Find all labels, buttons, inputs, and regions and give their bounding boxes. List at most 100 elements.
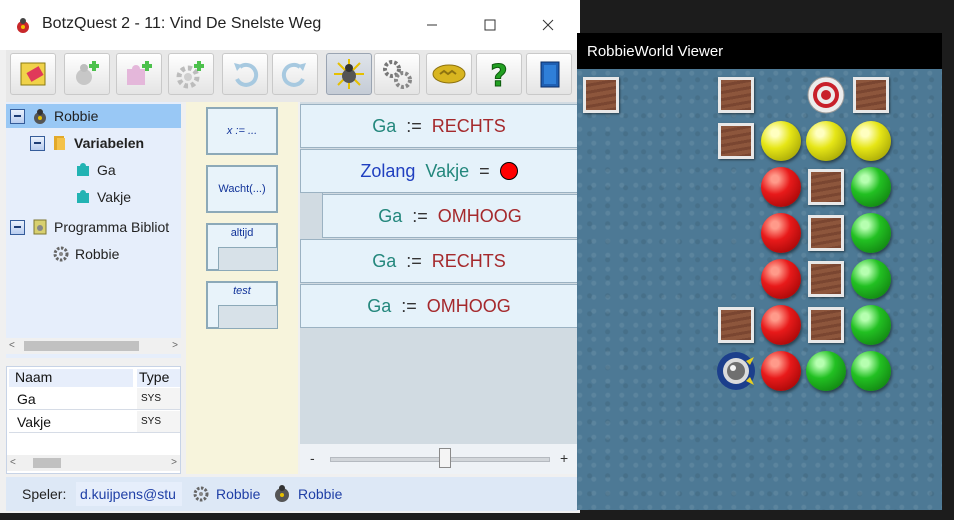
green-ball-tile bbox=[851, 213, 891, 253]
scroll-left-icon[interactable]: < bbox=[9, 340, 15, 351]
eraser-icon bbox=[20, 62, 46, 86]
undo-icon bbox=[234, 62, 259, 87]
world-board bbox=[577, 69, 942, 510]
assign-operator: := bbox=[412, 205, 428, 226]
scrollbar-thumb[interactable] bbox=[24, 341, 139, 351]
settings-button[interactable] bbox=[374, 53, 420, 95]
table-cell-name[interactable]: Ga bbox=[9, 388, 137, 410]
red-ball-tile bbox=[761, 259, 801, 299]
assign-block[interactable]: x := ... bbox=[206, 107, 278, 155]
variable-table: Naam Type Ga SYS Vakje SYS < > bbox=[6, 366, 181, 474]
variable-name: Vakje bbox=[425, 160, 470, 181]
red-ball-tile bbox=[761, 167, 801, 207]
crate-icon bbox=[808, 169, 844, 205]
statement-ga-rechts[interactable]: Ga := RECHTS bbox=[300, 104, 578, 148]
add-routine-button[interactable] bbox=[168, 53, 214, 95]
zoom-slider-thumb[interactable] bbox=[439, 448, 451, 468]
yellow-ball-icon bbox=[761, 121, 801, 161]
block-label: Wacht(...) bbox=[218, 183, 266, 195]
run-button[interactable] bbox=[326, 53, 372, 95]
block-slot bbox=[218, 247, 277, 271]
robbie-robot-icon bbox=[717, 352, 755, 390]
column-header-naam[interactable]: Naam bbox=[9, 369, 133, 387]
collapse-toggle-icon[interactable] bbox=[10, 108, 25, 124]
book-icon bbox=[540, 61, 560, 88]
tree-item-ga[interactable]: Ga bbox=[74, 158, 116, 182]
statement-ga-omhoog[interactable]: Ga := OMHOOG bbox=[300, 284, 578, 328]
equals-operator: = bbox=[479, 160, 490, 181]
app-icon bbox=[17, 18, 29, 33]
close-icon bbox=[542, 19, 554, 31]
statement-ga-omhoog[interactable]: Ga := OMHOOG bbox=[322, 194, 578, 238]
red-ball-tile bbox=[761, 213, 801, 253]
tree-horizontal-scrollbar[interactable]: < > bbox=[6, 338, 181, 354]
green-ball-tile bbox=[806, 351, 846, 391]
crate-icon bbox=[718, 123, 754, 159]
scrollbar-thumb[interactable] bbox=[33, 458, 61, 468]
gear-icon bbox=[192, 485, 210, 506]
robbieworld-viewer: RobbieWorld Viewer bbox=[577, 33, 942, 510]
variable-name: Ga bbox=[378, 205, 403, 226]
book-button[interactable] bbox=[526, 53, 572, 95]
while-loop-header[interactable]: Zolang Vakje = bbox=[300, 149, 578, 193]
tree-item-variabelen[interactable]: Variabelen bbox=[30, 131, 144, 155]
tree-label: Variabelen bbox=[74, 135, 145, 151]
green-ball-icon bbox=[851, 259, 891, 299]
crate-tile bbox=[716, 75, 756, 115]
table-horizontal-scrollbar[interactable]: < > bbox=[7, 455, 180, 471]
column-header-type[interactable]: Type bbox=[137, 369, 180, 387]
statement-ga-rechts[interactable]: Ga := RECHTS bbox=[300, 239, 578, 283]
tree-item-library[interactable]: Programma Bibliot bbox=[10, 215, 169, 239]
always-loop-block[interactable]: altijd bbox=[206, 223, 278, 271]
variable-name: Ga bbox=[367, 295, 392, 316]
block-label: test bbox=[233, 285, 251, 297]
table-cell-name[interactable]: Vakje bbox=[9, 411, 137, 433]
crate-icon bbox=[808, 215, 844, 251]
redo-button[interactable] bbox=[272, 53, 318, 95]
loop-keyword: Zolang bbox=[360, 160, 416, 181]
viewer-title: RobbieWorld Viewer bbox=[577, 33, 942, 69]
crate-tile bbox=[806, 213, 846, 253]
wait-block[interactable]: Wacht(...) bbox=[206, 165, 278, 213]
green-ball-icon bbox=[851, 167, 891, 207]
program-tree: Robbie Variabelen Ga Vakje Programma Bib… bbox=[6, 102, 181, 358]
red-ball-icon bbox=[761, 213, 801, 253]
tree-item-robbie-routine[interactable]: Robbie bbox=[52, 242, 119, 266]
question-icon: ? bbox=[490, 59, 508, 92]
value: OMHOOG bbox=[437, 205, 522, 226]
crate-icon bbox=[853, 77, 889, 113]
test-block[interactable]: test bbox=[206, 281, 278, 329]
help-button[interactable]: ? bbox=[476, 53, 522, 95]
tree-item-vakje[interactable]: Vakje bbox=[74, 185, 131, 209]
robbie-icon bbox=[334, 59, 364, 89]
erase-button[interactable] bbox=[10, 53, 56, 95]
crate-icon bbox=[808, 307, 844, 343]
undo-button[interactable] bbox=[222, 53, 268, 95]
green-ball-icon bbox=[806, 351, 846, 391]
player-label: Speler: bbox=[22, 486, 67, 502]
robbie-icon bbox=[31, 107, 49, 125]
puzzle-add-icon bbox=[127, 61, 152, 85]
block-palette: x := ... Wacht(...) altijd test bbox=[186, 102, 298, 474]
collapse-toggle-icon[interactable] bbox=[10, 219, 25, 235]
zoom-in-label: + bbox=[560, 450, 569, 466]
current-routine: Robbie bbox=[216, 486, 261, 502]
tree-item-robbie[interactable]: Robbie bbox=[6, 104, 181, 128]
minimize-button[interactable] bbox=[412, 10, 452, 40]
tree-label: Ga bbox=[97, 162, 116, 178]
add-variable-button[interactable] bbox=[116, 53, 162, 95]
close-button[interactable] bbox=[528, 10, 568, 40]
target-tile bbox=[806, 75, 846, 115]
scroll-left-icon[interactable]: < bbox=[10, 457, 16, 468]
scroll-right-icon[interactable]: > bbox=[172, 340, 178, 351]
add-robot-button[interactable] bbox=[64, 53, 110, 95]
badge-button[interactable] bbox=[426, 53, 472, 95]
maximize-button[interactable] bbox=[470, 10, 510, 40]
red-ball-tile bbox=[761, 351, 801, 391]
scroll-right-icon[interactable]: > bbox=[171, 457, 177, 468]
crate-tile bbox=[716, 305, 756, 345]
target-icon bbox=[807, 76, 845, 114]
red-dot-icon bbox=[499, 162, 518, 180]
collapse-toggle-icon[interactable] bbox=[30, 135, 45, 151]
value: RECHTS bbox=[431, 250, 506, 271]
